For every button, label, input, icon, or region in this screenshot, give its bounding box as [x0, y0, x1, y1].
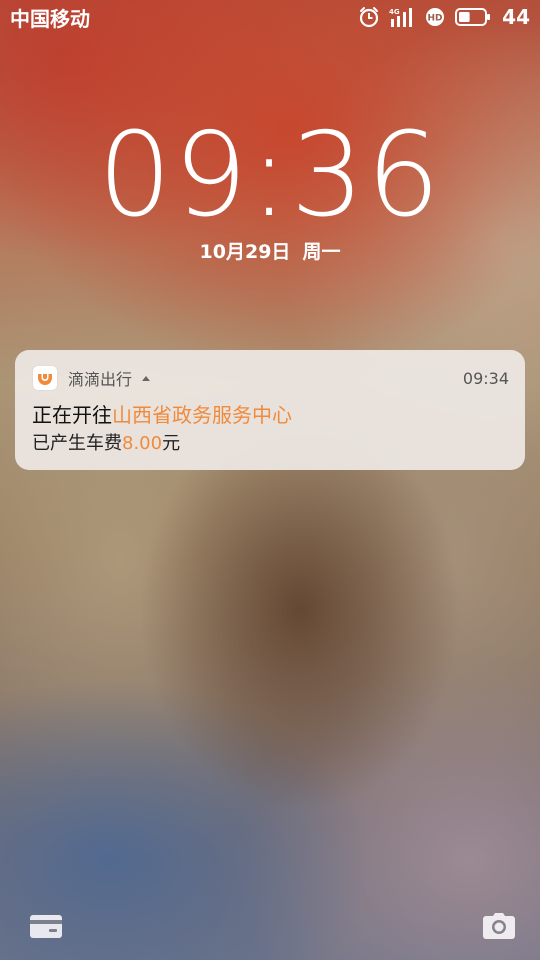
- alarm-icon: [358, 6, 380, 28]
- battery-level: 44: [502, 5, 530, 29]
- didi-notification[interactable]: 滴滴出行 09:34 正在开往山西省政务服务中心 已产生车费8.00元: [15, 350, 525, 470]
- notification-title: 正在开往山西省政务服务中心: [32, 403, 509, 427]
- expand-arrow-icon[interactable]: [140, 373, 152, 383]
- hd-label: HD: [428, 14, 443, 24]
- notification-time: 09:34: [462, 368, 509, 388]
- status-icons: 4G HD 44: [358, 5, 530, 29]
- network-type-label: 4G: [389, 8, 400, 16]
- wallet-icon[interactable]: [29, 912, 63, 940]
- destination-text: 山西省政务服务中心: [112, 403, 292, 427]
- signal-icon: 4G: [389, 6, 415, 28]
- battery-icon: [455, 7, 491, 27]
- lockscreen-clock: 09:36: [97, 108, 443, 243]
- fare-amount: 8.00: [122, 433, 163, 454]
- weekday-text: 周一: [302, 241, 341, 263]
- status-bar: 中国移动 4G HD 44: [0, 0, 540, 34]
- hd-call-icon: HD: [424, 6, 446, 28]
- didi-app-icon: [32, 365, 58, 391]
- notification-header: 滴滴出行 09:34: [32, 364, 509, 392]
- title-prefix: 正在开往: [32, 403, 112, 427]
- carrier-name: 中国移动: [10, 6, 90, 31]
- date-text: 10月29日: [199, 241, 291, 263]
- fare-prefix: 已产生车费: [32, 433, 122, 454]
- notification-app-name: 滴滴出行: [68, 370, 133, 389]
- notification-body: 已产生车费8.00元: [32, 433, 509, 455]
- camera-icon[interactable]: [482, 912, 516, 940]
- fare-unit: 元: [162, 433, 181, 454]
- lockscreen-date: 10月29日 周一: [0, 237, 540, 264]
